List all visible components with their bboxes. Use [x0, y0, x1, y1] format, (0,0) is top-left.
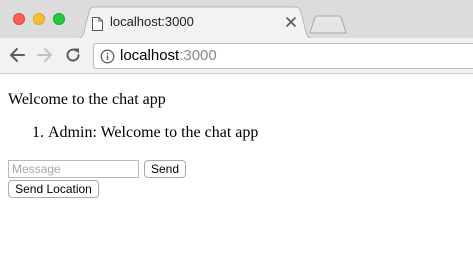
new-tab-button[interactable]	[309, 15, 347, 34]
forward-arrow-icon[interactable]	[36, 46, 54, 64]
browser-tab[interactable]: localhost:3000	[75, 6, 315, 40]
url-text: localhost:3000	[120, 47, 217, 64]
message-list: Admin: Welcome to the chat app	[8, 124, 258, 142]
url-host: localhost	[120, 47, 180, 64]
url-port: :3000	[179, 47, 217, 64]
browser-toolbar: localhost:3000	[0, 38, 473, 74]
tab-title: localhost:3000	[110, 14, 194, 29]
message-item: Admin: Welcome to the chat app	[48, 124, 258, 142]
reload-icon[interactable]	[64, 46, 82, 64]
page-heading: Welcome to the chat app	[8, 91, 166, 108]
close-tab-icon[interactable]	[284, 15, 298, 29]
address-bar[interactable]: localhost:3000	[93, 43, 473, 69]
info-icon[interactable]	[100, 49, 115, 64]
close-window-button[interactable]	[13, 13, 25, 25]
message-input[interactable]	[8, 160, 139, 178]
page-content: Welcome to the chat app Admin: Welcome t…	[0, 74, 473, 265]
minimize-window-button[interactable]	[33, 13, 45, 25]
page-icon	[92, 17, 103, 31]
back-arrow-icon[interactable]	[8, 46, 26, 64]
send-button[interactable]: Send	[144, 160, 186, 178]
send-location-button[interactable]: Send Location	[8, 180, 99, 198]
maximize-window-button[interactable]	[53, 13, 65, 25]
browser-titlebar: localhost:3000	[0, 0, 473, 40]
